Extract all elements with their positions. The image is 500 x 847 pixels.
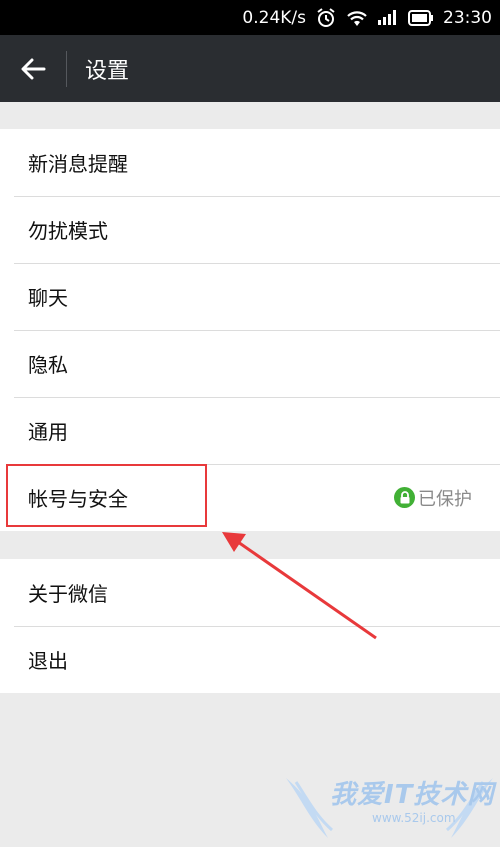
- battery-icon: [408, 9, 434, 26]
- setting-label: 隐私: [28, 353, 68, 377]
- back-button[interactable]: [0, 35, 66, 102]
- highlight-box: [6, 464, 207, 527]
- network-speed: 0.24K/s: [242, 7, 306, 28]
- setting-privacy[interactable]: 隐私: [0, 330, 500, 397]
- clock-time: 23:30: [443, 7, 492, 28]
- setting-about-wechat[interactable]: 关于微信: [0, 559, 500, 626]
- signal-icon: [377, 9, 399, 26]
- watermark-title: 我爱IT技术网: [330, 780, 495, 810]
- page-title: 设置: [85, 58, 130, 84]
- setting-general[interactable]: 通用: [0, 397, 500, 464]
- watermark: 我爱IT技术网 www.52ij.com: [282, 770, 497, 845]
- setting-label: 新消息提醒: [28, 152, 128, 176]
- setting-new-message-notification[interactable]: 新消息提醒: [0, 129, 500, 196]
- settings-group-secondary: 关于微信 退出: [0, 559, 500, 693]
- setting-do-not-disturb[interactable]: 勿扰模式: [0, 196, 500, 263]
- setting-label: 关于微信: [28, 582, 108, 606]
- wifi-icon: [346, 9, 368, 27]
- back-arrow-icon: [21, 58, 46, 79]
- alarm-icon: [315, 7, 337, 29]
- setting-logout[interactable]: 退出: [0, 626, 500, 693]
- setting-label: 聊天: [28, 286, 68, 310]
- protected-label: 已保护: [418, 488, 472, 510]
- status-bar: 0.24K/s 23:30: [0, 0, 500, 35]
- setting-label: 勿扰模式: [28, 219, 108, 243]
- app-bar-divider: [66, 50, 67, 87]
- protected-status: 已保护: [394, 464, 472, 531]
- setting-chat[interactable]: 聊天: [0, 263, 500, 330]
- setting-label: 通用: [28, 420, 68, 444]
- app-bar: 设置: [0, 35, 500, 102]
- setting-label: 退出: [28, 649, 68, 673]
- lock-icon: [394, 487, 415, 508]
- watermark-url: www.52ij.com: [372, 811, 456, 825]
